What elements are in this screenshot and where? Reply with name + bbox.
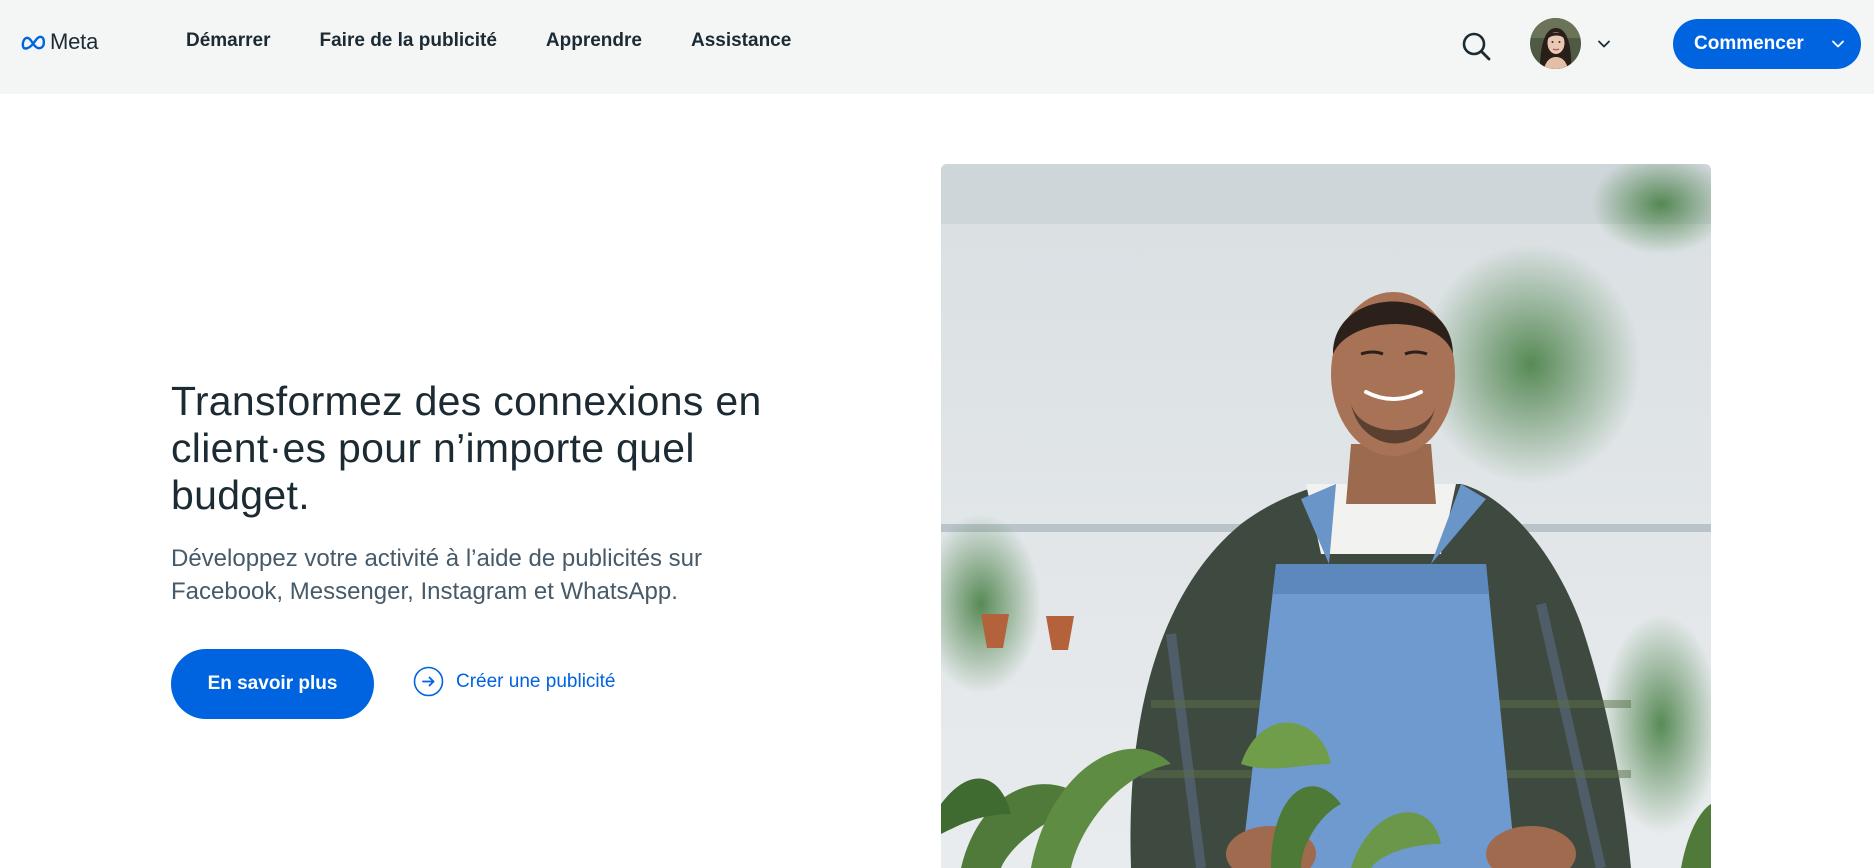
florist-photo: [941, 164, 1711, 868]
search-icon: [1462, 32, 1491, 61]
main-nav: Démarrer Faire de la publicité Apprendre…: [186, 30, 791, 52]
avatar: [1530, 18, 1581, 69]
nav-item-assistance[interactable]: Assistance: [691, 30, 791, 52]
commencer-button[interactable]: Commencer: [1673, 19, 1861, 69]
creer-une-publicite-label: Créer une publicité: [456, 670, 616, 692]
search-button[interactable]: [1460, 30, 1492, 62]
hero-image: [941, 164, 1711, 868]
creer-une-publicite-link[interactable]: Créer une publicité: [413, 666, 615, 697]
commencer-button-label: Commencer: [1694, 33, 1804, 54]
nav-item-faire-de-la-publicite[interactable]: Faire de la publicité: [320, 30, 497, 52]
chevron-down-icon: [1598, 40, 1610, 47]
hero-subtitle: Développez votre activité à l’aide de pu…: [171, 545, 702, 605]
nav-item-apprendre[interactable]: Apprendre: [546, 30, 642, 52]
meta-infinity-logo-icon: [21, 35, 46, 50]
arrow-right-circle-icon: [413, 666, 444, 697]
meta-logo-link[interactable]: Meta: [21, 28, 98, 56]
account-menu-button[interactable]: [1530, 18, 1611, 69]
meta-logo-text: Meta: [50, 29, 99, 54]
hero-title: Transformez des connexions en client·es …: [171, 378, 762, 518]
nav-item-demarrer[interactable]: Démarrer: [186, 30, 271, 52]
top-navigation-bar: Meta Démarrer Faire de la publicité Appr…: [0, 0, 1874, 94]
en-savoir-plus-button[interactable]: En savoir plus: [171, 649, 374, 719]
chevron-down-icon[interactable]: [1831, 37, 1845, 51]
